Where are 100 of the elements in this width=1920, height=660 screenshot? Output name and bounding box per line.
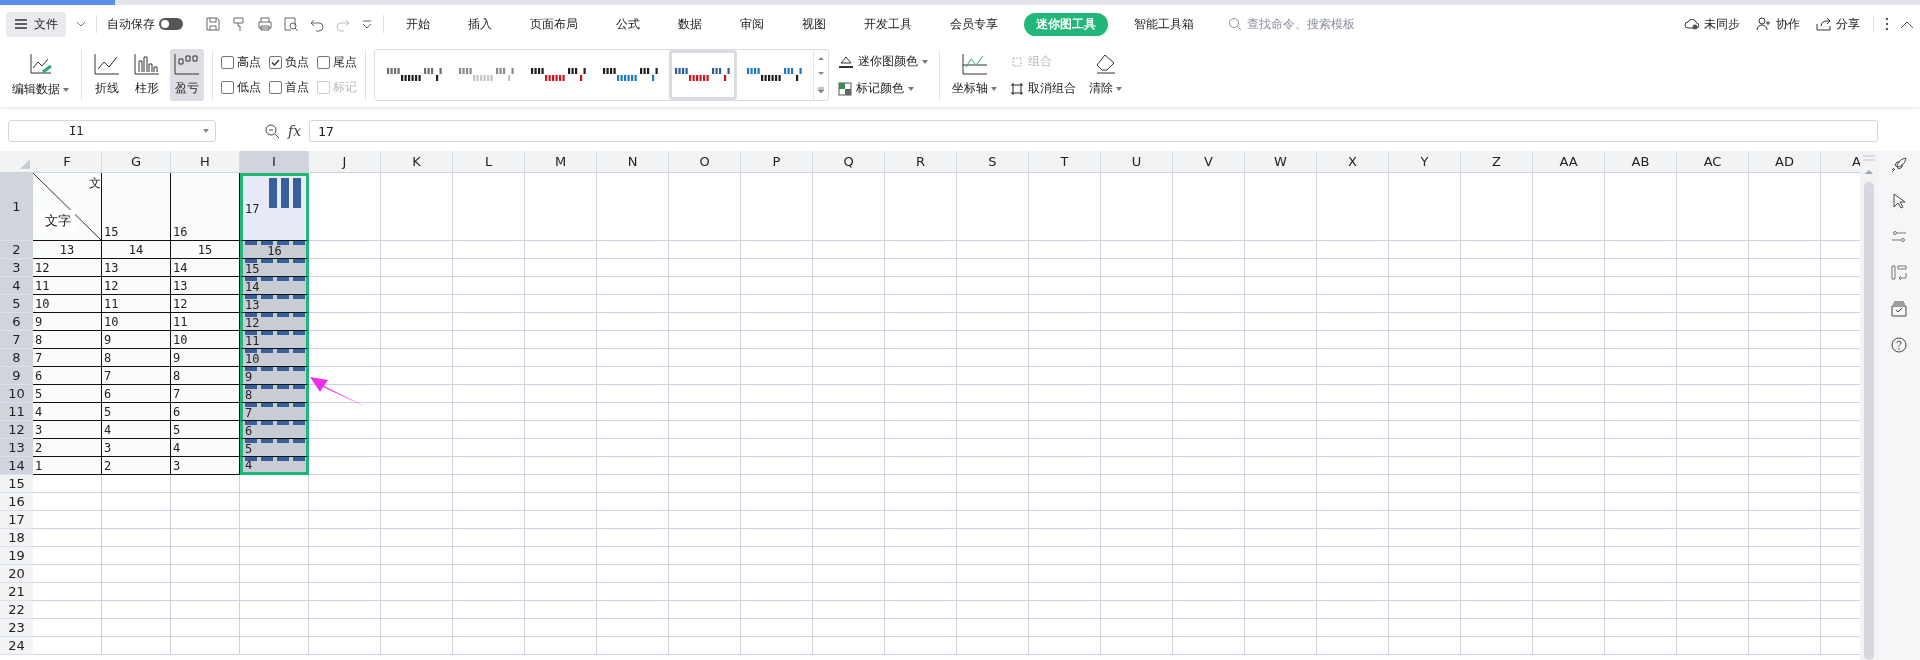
ribbon-tab[interactable]: 审阅 — [728, 12, 776, 36]
column-header[interactable]: M — [525, 151, 597, 173]
row-header[interactable]: 5 — [0, 295, 33, 313]
sparkline-type-button[interactable]: 柱形 — [130, 49, 164, 101]
format-painter-icon[interactable] — [231, 16, 247, 32]
column-header[interactable]: O — [669, 151, 741, 173]
column-header[interactable]: AA — [1533, 151, 1605, 173]
sliders-icon[interactable] — [1891, 229, 1907, 245]
row-header[interactable]: 17 — [0, 511, 33, 529]
ribbon-tab[interactable]: 会员专享 — [938, 12, 1010, 36]
sparkline-cell[interactable]: 16 — [240, 241, 309, 259]
sparkline-cell[interactable]: 14 — [240, 277, 309, 295]
sparkline-type-button[interactable]: 折线 — [90, 49, 124, 101]
column-header[interactable]: N — [597, 151, 669, 173]
swap-icon[interactable] — [1891, 265, 1907, 281]
column-header[interactable]: H — [171, 151, 240, 173]
row-header[interactable]: 20 — [0, 565, 33, 583]
column-header[interactable]: K — [381, 151, 453, 173]
sparkline-cell[interactable]: 8 — [240, 385, 309, 403]
ribbon-tab[interactable]: 公式 — [604, 12, 652, 36]
column-header[interactable]: T — [1029, 151, 1101, 173]
column-header[interactable]: S — [957, 151, 1029, 173]
split-handle-icon[interactable] — [1863, 155, 1875, 161]
scrollbar-thumb[interactable] — [1864, 182, 1874, 660]
marker-color-button[interactable]: 标记颜色 — [835, 78, 931, 99]
ribbon-tab[interactable]: 视图 — [790, 12, 838, 36]
point-checkbox[interactable]: 首点 — [269, 79, 309, 96]
column-header[interactable]: Q — [813, 151, 885, 173]
row-header[interactable]: 9 — [0, 367, 33, 385]
point-checkbox[interactable]: 高点 — [221, 54, 261, 71]
toolbar-action-button[interactable]: 协作 — [1753, 13, 1803, 35]
ungroup-button[interactable]: 取消组合 — [1007, 78, 1079, 99]
row-header[interactable]: 10 — [0, 385, 33, 403]
row-header[interactable]: 24 — [0, 637, 33, 655]
more-caret-icon[interactable] — [361, 18, 373, 30]
sparkline-cell[interactable]: 9 — [240, 367, 309, 385]
column-header[interactable]: A — [1821, 151, 1860, 173]
rocket-icon[interactable] — [1891, 157, 1907, 173]
point-checkbox[interactable]: 负点 — [269, 54, 309, 71]
edit-data-button[interactable]: 编辑数据 — [8, 48, 73, 102]
file-menu-button[interactable]: 文件 — [6, 11, 66, 37]
sparkline-cell[interactable]: 11 — [240, 331, 309, 349]
row-header[interactable]: 12 — [0, 421, 33, 439]
ribbon-tab[interactable]: 页面布局 — [518, 12, 590, 36]
column-header[interactable]: AC — [1677, 151, 1749, 173]
row-header[interactable]: 21 — [0, 583, 33, 601]
function-button[interactable]: fx — [288, 123, 302, 139]
more-vertical-icon[interactable] — [1884, 16, 1890, 32]
ribbon-tab[interactable]: 插入 — [456, 12, 504, 36]
column-header[interactable]: Z — [1461, 151, 1533, 173]
column-header[interactable]: L — [453, 151, 525, 173]
sparkline-style-option[interactable] — [669, 50, 737, 100]
column-header[interactable]: J — [309, 151, 381, 173]
row-header[interactable]: 8 — [0, 349, 33, 367]
column-header[interactable]: F — [33, 151, 102, 173]
row-header[interactable]: 14 — [0, 457, 33, 475]
print-preview-icon[interactable] — [283, 16, 299, 32]
row-header[interactable]: 19 — [0, 547, 33, 565]
name-box[interactable]: I1 — [8, 120, 216, 142]
help-icon[interactable] — [1891, 337, 1907, 353]
column-header[interactable]: AD — [1749, 151, 1821, 173]
checked-box-icon[interactable] — [1891, 301, 1907, 317]
row-header[interactable]: 15 — [0, 475, 33, 493]
column-header[interactable]: Y — [1389, 151, 1461, 173]
column-header[interactable]: V — [1173, 151, 1245, 173]
axis-button[interactable]: 坐标轴 — [948, 49, 1001, 101]
ribbon-tab[interactable]: 开发工具 — [852, 12, 924, 36]
column-header[interactable]: U — [1101, 151, 1173, 173]
sparkline-cell[interactable]: 13 — [240, 295, 309, 313]
row-header[interactable]: 16 — [0, 493, 33, 511]
point-checkbox[interactable]: 低点 — [221, 79, 261, 96]
sparkline-cell[interactable]: 5 — [240, 439, 309, 457]
cursor-icon[interactable] — [1891, 193, 1907, 209]
sparkline-cell[interactable]: 15 — [240, 259, 309, 277]
toolbar-action-button[interactable]: 未同步 — [1681, 13, 1743, 35]
column-header[interactable]: P — [741, 151, 813, 173]
clear-button[interactable]: 清除 — [1085, 49, 1126, 101]
expand-icon[interactable] — [817, 87, 825, 95]
column-header[interactable]: G — [102, 151, 171, 173]
ribbon-tab[interactable]: 数据 — [666, 12, 714, 36]
row-header[interactable]: 1 — [0, 173, 33, 241]
toolbar-action-button[interactable]: 分享 — [1813, 13, 1863, 35]
collapse-icon[interactable] — [1900, 19, 1914, 29]
chevron-down-icon[interactable] — [76, 20, 86, 28]
column-header[interactable]: AB — [1605, 151, 1677, 173]
save-icon[interactable] — [205, 16, 221, 32]
row-header[interactable]: 2 — [0, 241, 33, 259]
row-header[interactable]: 18 — [0, 529, 33, 547]
ribbon-tab[interactable]: 开始 — [394, 12, 442, 36]
autosave-toggle[interactable] — [159, 18, 183, 30]
print-icon[interactable] — [257, 16, 273, 32]
row-header[interactable]: 4 — [0, 277, 33, 295]
row-header[interactable]: 23 — [0, 619, 33, 637]
row-header[interactable]: 22 — [0, 601, 33, 619]
zoom-icon[interactable] — [264, 123, 280, 139]
scroll-up-icon[interactable] — [817, 55, 825, 61]
column-header[interactable]: I — [240, 151, 309, 173]
ribbon-tab[interactable]: 智能工具箱 — [1122, 12, 1206, 36]
scroll-down-icon[interactable] — [817, 71, 825, 77]
sparkline-cell[interactable]: 12 — [240, 313, 309, 331]
